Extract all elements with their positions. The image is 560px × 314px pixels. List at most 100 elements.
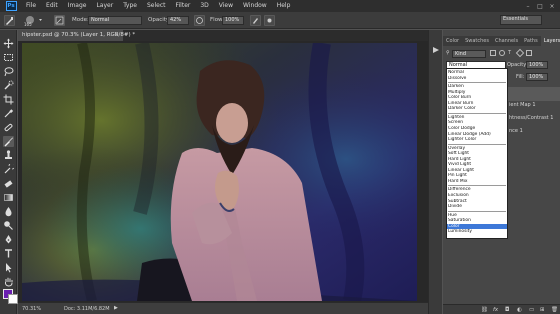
status-menu-arrow-icon[interactable]: ▶ (114, 305, 118, 311)
crop-tool-icon[interactable] (3, 94, 14, 105)
clone-stamp-tool-icon[interactable] (3, 150, 14, 161)
menu-type[interactable]: Type (118, 0, 142, 12)
blend-mode-option[interactable]: Divide (447, 204, 507, 210)
smart-object-filter-icon[interactable] (526, 50, 532, 56)
menu-image[interactable]: Image (63, 0, 92, 12)
link-icon[interactable]: ⛓ (481, 307, 488, 313)
eraser-tool-icon[interactable] (3, 178, 14, 189)
new-layer-icon[interactable]: ⊞ (540, 307, 545, 313)
adjustment-icon[interactable]: ◐ (517, 307, 522, 313)
blend-mode-option[interactable]: Lighter Color (447, 137, 507, 143)
group-icon[interactable]: ▭ (529, 307, 534, 313)
mask-icon[interactable]: ◘ (505, 307, 509, 313)
marquee-tool-icon[interactable] (3, 52, 14, 63)
blend-mode-separator (448, 143, 506, 145)
menu-filter[interactable]: Filter (171, 0, 196, 12)
blend-mode-option[interactable]: Hard Mix (447, 179, 507, 185)
blur-tool-icon[interactable] (3, 206, 14, 217)
brush-panel-toggle-icon[interactable] (54, 15, 65, 26)
menu-edit[interactable]: Edit (41, 0, 63, 12)
layers-panel-footer: ⛓ fx ◘ ◐ ▭ ⊞ 🗑 (443, 304, 560, 314)
close-document-icon[interactable]: × (114, 30, 119, 41)
filter-kind-dropdown[interactable]: Kind (452, 50, 486, 58)
menu-window[interactable]: Window (238, 0, 272, 12)
mode-label: Mode: (72, 17, 89, 23)
tab-layers[interactable]: Layers (540, 36, 560, 46)
flow-field[interactable]: 100% (222, 16, 244, 25)
eyedropper-tool-icon[interactable] (3, 108, 14, 119)
brush-size-value: 165 (24, 22, 32, 27)
search-icon: ⚲ (446, 50, 450, 56)
blend-mode-option[interactable]: Darker Color (447, 106, 507, 112)
blend-mode-separator (448, 210, 506, 212)
healing-brush-tool-icon[interactable] (3, 122, 14, 133)
blend-mode-separator (448, 112, 506, 114)
adjustment-filter-icon[interactable] (499, 50, 505, 56)
blend-mode-separator (448, 185, 506, 187)
blend-mode-list: Normal Dissolve Darken Multiply Color Burn Li… (446, 68, 508, 239)
options-bar: 165 Mode: Normal Opacity: 42% Flow: 100%… (0, 12, 560, 29)
tab-color[interactable]: Color (443, 36, 462, 46)
background-color-swatch[interactable] (8, 294, 18, 304)
path-selection-tool-icon[interactable] (3, 262, 14, 273)
zoom-level[interactable]: 70.31% (22, 306, 41, 312)
tab-paths[interactable]: Paths (521, 36, 541, 46)
blend-mode-option[interactable]: Luminosity (447, 229, 507, 235)
blend-mode-separator (448, 82, 506, 84)
menu-layer[interactable]: Layer (91, 0, 118, 12)
layer-gradient-map-label[interactable]: ient Map 1 (509, 101, 536, 110)
document-image[interactable] (22, 43, 417, 301)
document-size: Doc: 3.11M/6.82M (64, 306, 110, 312)
tab-swatches[interactable]: Swatches (462, 36, 492, 46)
brush-tool-icon[interactable] (3, 136, 14, 147)
opacity-field[interactable]: 42% (167, 16, 189, 25)
layer-brightness-contrast-label[interactable]: htness/Contrast 1 (509, 114, 553, 123)
fx-icon[interactable]: fx (493, 307, 498, 313)
panel-tab-bar: Color Swatches Channels Paths Layers (443, 36, 560, 46)
shape-filter-icon[interactable] (515, 48, 525, 58)
pixel-filter-icon[interactable] (490, 50, 496, 56)
pen-tool-icon[interactable] (3, 234, 14, 245)
menu-3d[interactable]: 3D (195, 0, 213, 12)
menu-select[interactable]: Select (142, 0, 171, 12)
minimize-button[interactable]: – (522, 3, 534, 10)
airbrush-icon[interactable] (250, 15, 261, 26)
window-controls: – □ × (522, 0, 558, 12)
layer-balance-label[interactable]: nce 1 (509, 127, 523, 136)
move-tool-icon[interactable] (3, 38, 14, 49)
pressure-opacity-icon[interactable] (194, 15, 205, 26)
history-brush-tool-icon[interactable] (3, 162, 16, 175)
menu-view[interactable]: View (214, 0, 238, 12)
brush-preset-picker[interactable]: 165 (22, 14, 46, 27)
layer-opacity-field[interactable]: 100% (526, 61, 548, 69)
type-filter-icon[interactable]: T (508, 50, 514, 56)
collapsed-panel-dock (428, 30, 442, 314)
trash-icon[interactable]: 🗑 (551, 307, 558, 313)
maximize-button[interactable]: □ (534, 3, 546, 10)
dodge-tool-icon[interactable] (3, 220, 14, 231)
status-bar: 70.31% Doc: 3.11M/6.82M ▶ (18, 302, 428, 314)
close-button[interactable]: × (546, 3, 558, 10)
type-tool-icon[interactable] (3, 248, 14, 259)
pressure-size-icon[interactable] (264, 15, 275, 26)
hand-tool-icon[interactable] (3, 276, 14, 287)
fill-field[interactable]: 100% (526, 73, 548, 81)
layer-filter-icons: T (490, 48, 550, 58)
menu-bar: Ps File Edit Image Layer Type Select Fil… (0, 0, 560, 12)
photoshop-logo: Ps (5, 1, 17, 11)
layer-opacity-label: Opacity: (507, 62, 528, 68)
quick-selection-tool-icon[interactable] (3, 80, 14, 91)
brush-tool-preset-icon[interactable] (4, 15, 15, 26)
tab-channels[interactable]: Channels (492, 36, 521, 46)
history-panel-icon[interactable] (431, 40, 441, 53)
layer-row-selected[interactable] (508, 87, 560, 101)
menu-help[interactable]: Help (272, 0, 296, 12)
lasso-tool-icon[interactable] (3, 66, 14, 77)
filter-kind-row: ⚲ (446, 49, 450, 58)
menu-file[interactable]: File (21, 0, 41, 12)
blend-mode-option[interactable]: Dissolve (447, 76, 507, 82)
document-tab[interactable]: hipster.psd @ 70.3% (Layer 1, RGB/8#) * … (18, 30, 135, 41)
gradient-tool-icon[interactable] (3, 192, 14, 203)
mode-dropdown[interactable]: Normal (88, 16, 142, 25)
workspace-dropdown[interactable]: Essentials (500, 15, 542, 25)
